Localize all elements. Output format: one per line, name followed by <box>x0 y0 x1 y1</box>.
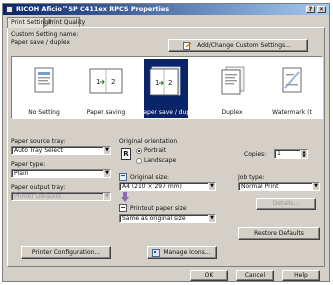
job-type-select[interactable]: Normal Print ▼ <box>238 182 320 191</box>
spin-arrows-icon[interactable]: ▲ ▼ <box>300 150 307 158</box>
preset-duplex[interactable]: Duplex <box>210 59 254 118</box>
chevron-down-icon[interactable]: ▼ <box>312 183 319 190</box>
job-type-value: Normal Print <box>241 183 279 190</box>
custom-settings-icon <box>183 42 192 50</box>
original-size-label: Original size: <box>130 174 170 181</box>
paper-save-duplex-icon: 1 2 <box>149 66 181 96</box>
orientation-preview-icon: R <box>121 148 131 160</box>
chevron-down-icon[interactable]: ▼ <box>103 147 110 154</box>
landscape-label[interactable]: Landscape <box>144 157 176 164</box>
watermark-icon <box>282 67 302 93</box>
preset-icon-strip[interactable]: No Setting 1 2 Paper saving 1 2 Paper sa… <box>11 56 323 119</box>
help-title-button[interactable]: ? <box>306 6 315 13</box>
copies-value[interactable]: 1 <box>277 150 281 157</box>
paper-source-value: Auto Tray Select <box>14 147 63 154</box>
printout-size-label: Printout paper size <box>130 205 187 212</box>
preset-paper-save-duplex[interactable]: 1 2 Paper save / duplex <box>140 59 199 118</box>
preset-label: Paper saving <box>86 109 126 116</box>
paper-source-label: Paper source tray: <box>11 138 66 145</box>
manage-icons-icon <box>152 249 160 257</box>
cancel-button[interactable]: Cancel <box>236 270 274 281</box>
properties-window: RICOH Aficio™SP C411ex RPCS Properties ?… <box>2 3 330 282</box>
printout-size-icon <box>119 204 127 212</box>
job-type-label: Job type: <box>238 174 265 181</box>
printout-size-select[interactable]: Same as original size ▼ <box>119 214 216 223</box>
chevron-down-icon[interactable]: ▼ <box>103 193 110 200</box>
original-size-select[interactable]: A4 (210 × 297 mm) ▼ <box>119 182 216 191</box>
ok-button[interactable]: OK <box>190 270 228 281</box>
duplex-icon <box>221 66 245 95</box>
tab-print-settings[interactable]: Print Settings <box>7 17 51 28</box>
add-change-custom-settings-label: Add/Change Custom Settings... <box>197 42 291 49</box>
close-button[interactable]: ✕ <box>317 6 326 13</box>
portrait-radio[interactable] <box>136 148 142 154</box>
arrow-down-icon <box>121 192 129 202</box>
custom-setting-value: Paper save / duplex <box>11 39 71 46</box>
chevron-down-icon[interactable]: ▼ <box>208 215 215 222</box>
landscape-radio[interactable] <box>136 158 142 164</box>
preset-no-setting[interactable]: No Setting <box>22 59 66 118</box>
copies-stepper[interactable]: 1 ▲ ▼ <box>274 149 308 159</box>
paper-output-select[interactable]: Printer Defaults ▼ <box>11 192 111 201</box>
paper-source-select[interactable]: Auto Tray Select ▼ <box>11 146 111 155</box>
preset-label: Duplex <box>221 109 243 116</box>
help-button[interactable]: Help <box>282 270 320 281</box>
original-size-value: A4 (210 × 297 mm) <box>122 183 182 190</box>
original-size-icon <box>119 173 127 181</box>
paper-saving-icon: 1 2 <box>89 68 123 94</box>
preset-paper-saving[interactable]: 1 2 Paper saving <box>84 59 128 118</box>
no-setting-icon <box>34 67 54 93</box>
title-bar: RICOH Aficio™SP C411ex RPCS Properties ?… <box>3 4 329 15</box>
svg-text:1: 1 <box>155 79 159 87</box>
svg-text:1: 1 <box>96 78 100 86</box>
manage-icons-button[interactable]: Manage Icons... <box>147 246 217 259</box>
copies-label: Copies: <box>244 151 267 158</box>
window-title: RICOH Aficio™SP C411ex RPCS Properties <box>16 5 170 13</box>
restore-defaults-button[interactable]: Restore Defaults <box>238 227 320 240</box>
portrait-label[interactable]: Portrait <box>144 147 166 154</box>
svg-text:2: 2 <box>168 79 172 87</box>
preset-label: Paper save / duplex <box>140 109 200 116</box>
chevron-down-icon[interactable]: ▼ <box>208 183 215 190</box>
paper-output-label: Paper output tray: <box>11 184 66 191</box>
printer-configuration-button[interactable]: Printer Configuration... <box>21 246 111 259</box>
manage-icons-label: Manage Icons... <box>163 249 211 256</box>
chevron-down-icon[interactable]: ▼ <box>103 170 110 177</box>
printout-size-value: Same as original size <box>122 215 186 222</box>
preset-watermark[interactable]: Watermark (t <box>270 59 314 118</box>
svg-text:2: 2 <box>111 78 115 86</box>
paper-type-value: Plain <box>14 170 29 177</box>
details-button[interactable]: Details... <box>256 198 316 210</box>
printer-app-icon <box>6 6 13 13</box>
print-settings-panel: Custom Setting name: Paper save / duplex… <box>7 27 325 267</box>
add-change-custom-settings-button[interactable]: Add/Change Custom Settings... <box>168 39 308 52</box>
custom-setting-label: Custom Setting name: <box>11 31 79 38</box>
paper-type-select[interactable]: Plain ▼ <box>11 169 111 178</box>
preset-label: No Setting <box>28 109 60 116</box>
paper-output-value: Printer Defaults <box>14 193 61 200</box>
preset-label: Watermark (t <box>272 109 312 116</box>
orientation-label: Original orientation <box>119 138 178 145</box>
paper-type-label: Paper type: <box>11 161 46 168</box>
